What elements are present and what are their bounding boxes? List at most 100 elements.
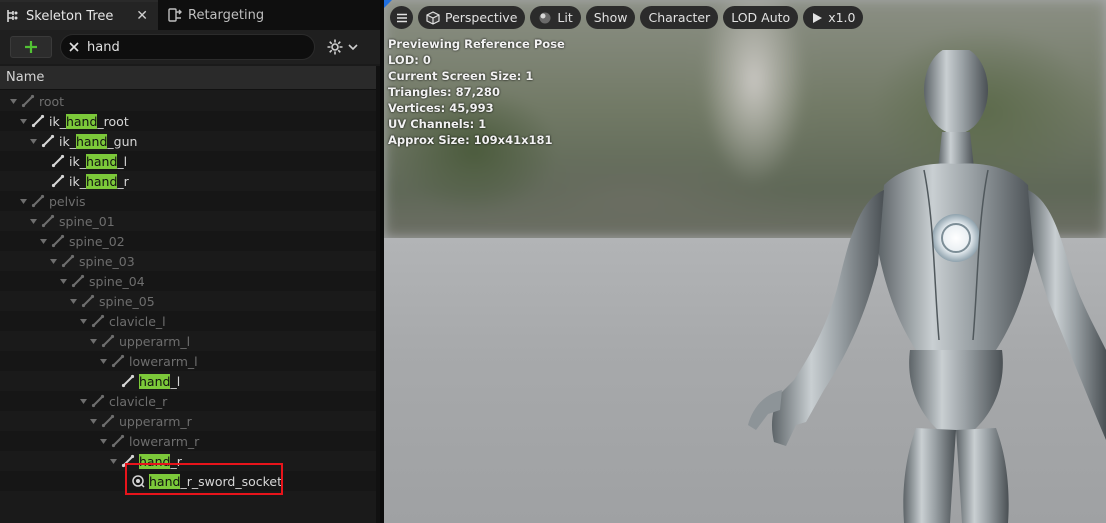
expand-arrow-icon[interactable]: [38, 236, 48, 246]
clear-search-icon[interactable]: [67, 40, 81, 54]
expand-arrow-icon[interactable]: [48, 256, 58, 266]
tab-bar: Skeleton Tree ✕ Retargeting: [0, 0, 380, 30]
label-suffix: spine_05: [99, 293, 155, 309]
bone-icon: [110, 353, 126, 369]
expand-arrow-icon[interactable]: [68, 296, 78, 306]
bone-icon: [50, 153, 66, 169]
bone-icon: [30, 193, 46, 209]
expand-arrow-icon[interactable]: [108, 456, 118, 466]
expand-arrow-icon[interactable]: [18, 196, 28, 206]
label-suffix: upperarm_r: [119, 413, 192, 429]
playback-speed-button[interactable]: x1.0: [803, 6, 864, 29]
lit-label: Lit: [557, 10, 573, 25]
perspective-button[interactable]: Perspective: [418, 6, 526, 29]
tree-row[interactable]: ik_hand_r: [0, 171, 376, 191]
tree-row-label: clavicle_l: [109, 314, 166, 329]
add-button[interactable]: [10, 36, 52, 58]
tree-row[interactable]: upperarm_l: [0, 331, 376, 351]
tree-row[interactable]: upperarm_r: [0, 411, 376, 431]
viewport-menu-button[interactable]: [390, 6, 413, 29]
search-match-highlight: hand: [65, 113, 98, 129]
tree-row[interactable]: pelvis: [0, 191, 376, 211]
close-icon[interactable]: ✕: [136, 8, 148, 24]
search-match-highlight: hand: [85, 173, 118, 189]
tab-retargeting[interactable]: Retargeting: [160, 0, 300, 30]
stats-line: UV Channels: 1: [388, 117, 487, 131]
tree-row[interactable]: hand_l: [0, 371, 376, 391]
stats-line: Vertices: 45,993: [388, 101, 494, 115]
tree-row[interactable]: spine_04: [0, 271, 376, 291]
tree-row-label: hand_l: [139, 373, 180, 389]
column-header-label: Name: [6, 70, 45, 85]
character-button[interactable]: Character: [640, 6, 719, 29]
play-icon: [811, 12, 823, 24]
tree-row[interactable]: ik_hand_gun: [0, 131, 376, 151]
hamburger-icon: [396, 13, 407, 22]
gear-icon: [327, 39, 343, 55]
settings-dropdown[interactable]: [326, 38, 362, 56]
tree-row[interactable]: ik_hand_l: [0, 151, 376, 171]
expand-arrow-icon[interactable]: [18, 116, 28, 126]
tab-retargeting-label: Retargeting: [188, 7, 265, 23]
tree-row[interactable]: lowerarm_r: [0, 431, 376, 451]
label-prefix: ik_: [59, 133, 76, 149]
tree-row[interactable]: root: [0, 91, 376, 111]
expand-arrow-icon[interactable]: [98, 356, 108, 366]
tree-row[interactable]: hand_r_sword_socket: [0, 471, 376, 491]
label-suffix: _root: [97, 113, 129, 129]
tree-row[interactable]: clavicle_r: [0, 391, 376, 411]
retargeting-icon: [166, 6, 184, 24]
tree-row-label: ik_hand_root: [49, 113, 129, 129]
expand-arrow-icon[interactable]: [28, 136, 38, 146]
lit-button[interactable]: Lit: [530, 6, 581, 29]
bone-icon: [110, 433, 126, 449]
label-suffix: _l: [117, 153, 128, 169]
show-label: Show: [593, 10, 628, 25]
stats-line: Previewing Reference Pose: [388, 37, 565, 51]
expand-arrow-icon[interactable]: [58, 276, 68, 286]
bone-icon: [100, 333, 116, 349]
label-suffix: spine_04: [89, 273, 145, 289]
socket-icon: [130, 473, 146, 489]
expand-arrow-icon[interactable]: [78, 396, 88, 406]
tree-row[interactable]: hand_r: [0, 451, 376, 471]
viewport[interactable]: Perspective Lit Show Character LOD Auto …: [384, 0, 1106, 523]
tree-row-label: ik_hand_l: [69, 153, 128, 169]
lod-button[interactable]: LOD Auto: [723, 6, 799, 29]
column-header-name[interactable]: Name: [0, 66, 376, 90]
tree-row[interactable]: lowerarm_l: [0, 351, 376, 371]
expand-arrow-icon[interactable]: [8, 96, 18, 106]
label-suffix: root: [39, 93, 65, 109]
tree-row[interactable]: spine_01: [0, 211, 376, 231]
label-suffix: spine_02: [69, 233, 125, 249]
tree-row-label: upperarm_r: [119, 414, 192, 429]
viewport-toolbar: Perspective Lit Show Character LOD Auto …: [390, 6, 864, 30]
expand-arrow-icon[interactable]: [28, 216, 38, 226]
character-label: Character: [648, 10, 711, 25]
tab-skeleton-tree[interactable]: Skeleton Tree ✕: [0, 0, 158, 30]
expand-arrow-icon[interactable]: [98, 436, 108, 446]
tree-row[interactable]: clavicle_l: [0, 311, 376, 331]
skeleton-tree-icon: [4, 7, 22, 25]
expand-arrow-icon[interactable]: [78, 316, 88, 326]
playback-speed-label: x1.0: [828, 10, 856, 25]
bone-icon: [100, 413, 116, 429]
tree-row-label: ik_hand_gun: [59, 133, 137, 149]
tree-row[interactable]: ik_hand_root: [0, 111, 376, 131]
label-suffix: _r_sword_socket: [180, 473, 282, 489]
tree-row-label: spine_05: [99, 294, 155, 309]
search-input[interactable]: [87, 39, 307, 55]
tree-row[interactable]: spine_02: [0, 231, 376, 251]
tree-row[interactable]: spine_05: [0, 291, 376, 311]
bone-icon: [60, 253, 76, 269]
show-button[interactable]: Show: [585, 6, 636, 29]
expand-arrow-icon[interactable]: [88, 336, 98, 346]
bone-icon: [40, 133, 56, 149]
expand-arrow-icon[interactable]: [88, 416, 98, 426]
search-box[interactable]: [60, 34, 315, 60]
bone-tree: root ik_hand_root ik_hand_gun ik_hand_l ik_h…: [0, 91, 376, 523]
tab-skeleton-tree-label: Skeleton Tree: [26, 8, 114, 24]
tree-row[interactable]: spine_03: [0, 251, 376, 271]
chevron-down-icon: [348, 44, 358, 51]
